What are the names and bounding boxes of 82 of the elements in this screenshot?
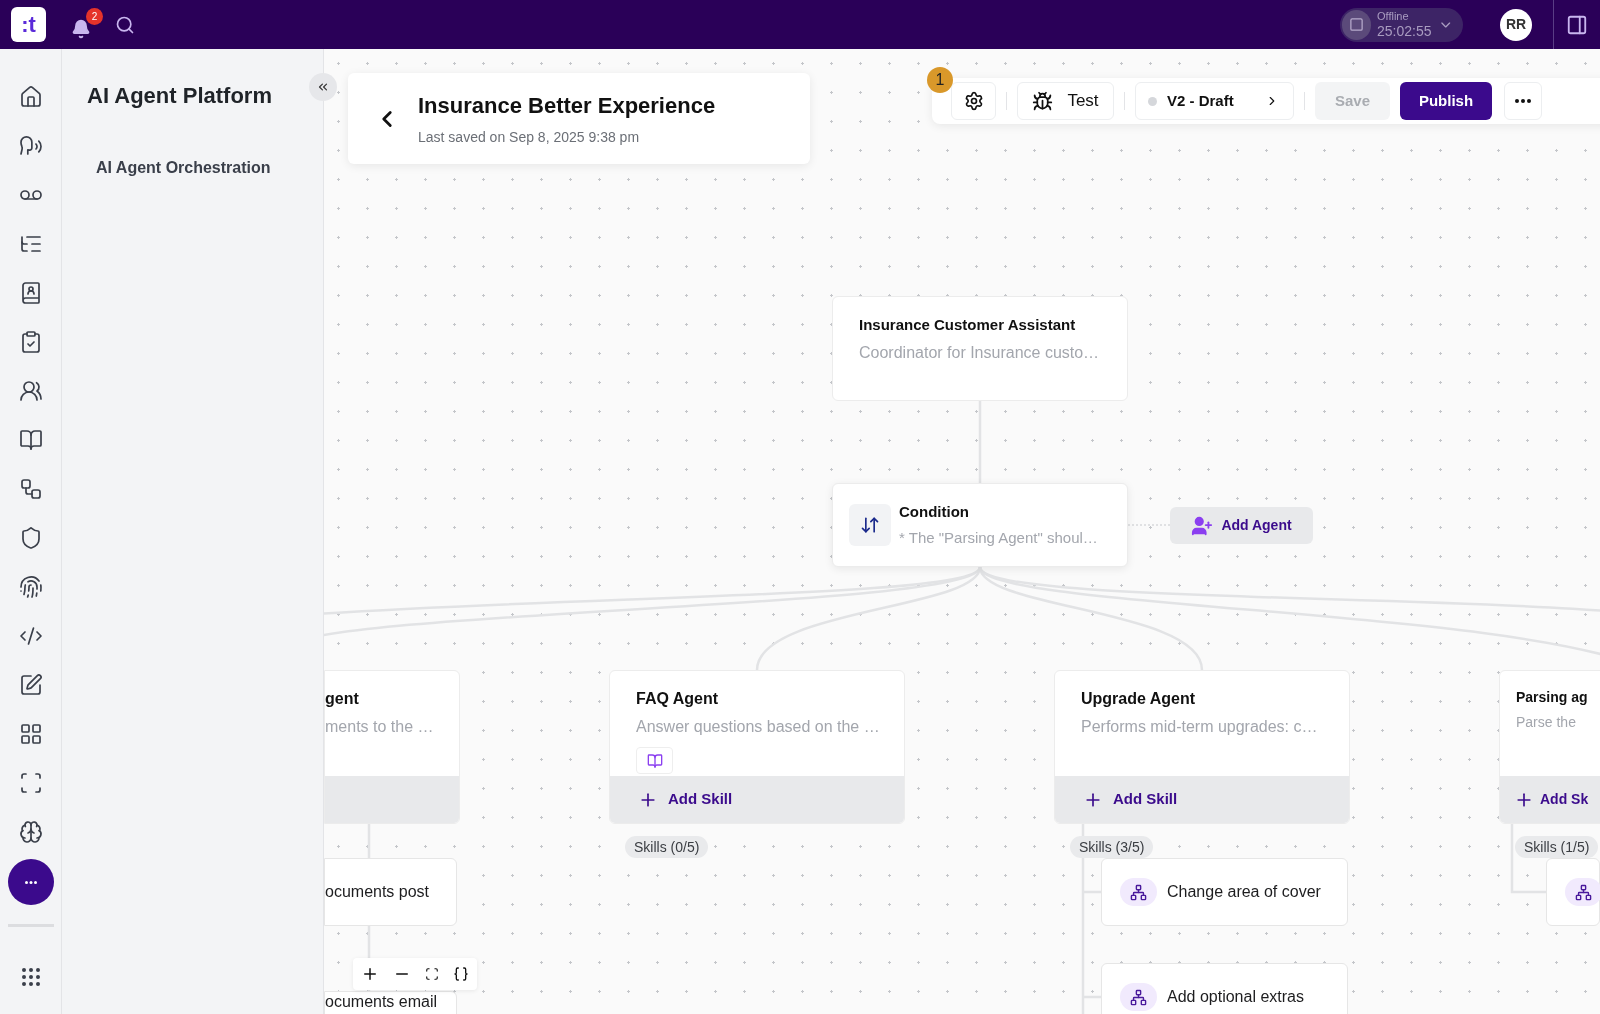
skill-card[interactable]: Change area of cover — [1101, 858, 1348, 926]
agent-description: Performs mid-term upgrades: c… — [1081, 717, 1319, 737]
skill-card[interactable]: ocuments post — [324, 858, 457, 926]
bug-icon — [1032, 90, 1054, 112]
code-icon[interactable] — [18, 624, 43, 648]
skills-count: Skills (0/5) — [625, 836, 709, 858]
brain-icon[interactable] — [18, 820, 43, 844]
add-skill-button[interactable]: Add Skill — [610, 776, 904, 823]
skills-count: Skills (1/5) — [1515, 836, 1599, 858]
home-icon[interactable] — [18, 85, 43, 109]
condition-title: Condition — [899, 501, 970, 522]
agent-node[interactable]: Insurance Customer Assistant Coordinator for Insurance custo… — [832, 296, 1128, 401]
user-avatar[interactable]: RR — [1500, 8, 1532, 41]
agent-title: Insurance Customer Assistant — [859, 315, 1077, 335]
condition-node[interactable]: Condition * The "Parsing Agent" shoul… — [832, 483, 1128, 567]
agent-node[interactable]: Upgrade Agent Performs mid-term upgrades: c… Add Skill — [1054, 670, 1350, 824]
agent-title: gent — [325, 689, 360, 709]
condition-description: * The "Parsing Agent" shoul… — [899, 528, 1098, 548]
skill-label: ocuments email — [325, 992, 438, 1012]
workflow-icon[interactable] — [18, 477, 43, 501]
user-plus-icon — [1191, 514, 1214, 537]
agent-node[interactable]: Parsing ag Parse the Add Sk — [1499, 670, 1600, 824]
last-saved-text: Last saved on Sep 8, 2025 9:38 pm — [418, 128, 641, 147]
book-icon — [646, 752, 663, 769]
braces-icon[interactable] — [453, 966, 469, 982]
agent-description: Answer questions based on the … — [636, 717, 881, 737]
knowledge-button[interactable] — [636, 747, 673, 774]
test-button[interactable]: Test — [1017, 82, 1114, 120]
bell-icon — [71, 18, 91, 39]
skill-label: Change area of cover — [1167, 882, 1321, 902]
book-icon[interactable] — [18, 428, 43, 452]
zoom-in-icon[interactable] — [361, 965, 379, 983]
sidebar-item[interactable]: AI Agent Orchestration — [87, 156, 323, 180]
more-options-button[interactable] — [1504, 82, 1542, 120]
network-icon — [1565, 878, 1600, 906]
network-icon — [1120, 983, 1157, 1011]
version-dropdown[interactable]: V2 - Draft — [1135, 82, 1294, 120]
status-label: Offline — [1377, 11, 1410, 22]
status-timer: 25:02:55 — [1377, 24, 1432, 38]
edit-icon[interactable] — [18, 673, 43, 697]
skill-label: Add optional extras — [1167, 987, 1304, 1007]
step-badge: 1 — [927, 67, 953, 93]
grid-icon[interactable] — [18, 722, 43, 746]
agent-description: Coordinator for Insurance custo… — [859, 342, 1101, 363]
agent-title: Upgrade Agent — [1081, 689, 1197, 709]
agent-node[interactable]: FAQ Agent Answer questions based on the … Add Skill — [609, 670, 905, 824]
ellipsis-icon — [24, 880, 37, 884]
search-icon[interactable] — [115, 14, 135, 35]
settings-button[interactable] — [951, 82, 996, 120]
agent-description: Parse the — [1516, 713, 1577, 732]
agent-node[interactable]: gent ments to the … — [324, 670, 460, 824]
agent-description: ments to the … — [325, 717, 435, 737]
stop-icon — [1342, 9, 1371, 40]
ellipsis-icon — [1515, 99, 1531, 103]
skill-label: ocuments post — [325, 882, 430, 902]
network-icon — [1120, 878, 1157, 906]
skills-count: Skills (3/5) — [1070, 836, 1154, 858]
collapse-icon — [316, 80, 330, 94]
agent-title: Parsing ag — [1516, 688, 1589, 707]
speech-icon[interactable] — [18, 134, 43, 158]
settings-icon — [963, 91, 984, 111]
skill-card[interactable]: ocuments email — [324, 991, 457, 1014]
fingerprint-icon[interactable] — [18, 575, 43, 599]
scan-icon[interactable] — [18, 771, 43, 795]
add-skill-button[interactable]: Add Skill — [1055, 776, 1349, 823]
flow-title: Insurance Better Experience — [418, 92, 716, 120]
notifications-button[interactable]: 2 — [71, 7, 103, 42]
fit-view-icon[interactable] — [425, 967, 439, 981]
add-agent-button[interactable]: Add Agent — [1170, 507, 1313, 544]
status-dropdown[interactable]: Offline 25:02:55 — [1340, 7, 1463, 42]
add-skill-button[interactable]: Add Sk — [1500, 776, 1600, 823]
sidebar-title: AI Agent Platform — [87, 82, 273, 110]
condition-icon — [849, 504, 891, 546]
publish-button[interactable]: Publish — [1400, 82, 1492, 120]
app-logo[interactable]: :t — [11, 7, 46, 42]
more-button[interactable] — [7, 859, 54, 905]
agent-title: FAQ Agent — [636, 689, 720, 709]
collapse-button[interactable] — [309, 73, 337, 101]
skill-card[interactable]: Add optional extras — [1101, 963, 1348, 1014]
panel-icon[interactable] — [1566, 13, 1588, 36]
users-icon[interactable] — [18, 379, 43, 403]
notification-badge: 2 — [86, 7, 103, 25]
